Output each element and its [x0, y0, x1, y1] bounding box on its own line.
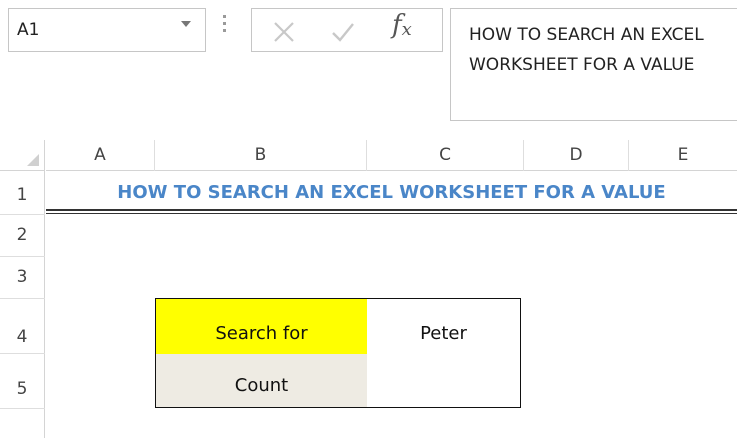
insert-function-icon[interactable]: fx [392, 10, 412, 40]
count-label-cell[interactable]: Count [156, 354, 367, 407]
row-divider [0, 408, 45, 409]
col-header-c[interactable]: C [367, 140, 523, 171]
title-double-border [46, 209, 737, 211]
cancel-icon[interactable] [272, 21, 296, 43]
formula-controls: fx [251, 8, 443, 52]
enter-check-icon[interactable] [330, 21, 356, 43]
search-table: Search for Peter Count [155, 298, 521, 408]
col-header-e[interactable]: E [629, 140, 737, 171]
row-divider [0, 298, 45, 299]
search-value-cell[interactable]: Peter [367, 299, 520, 354]
chevron-down-icon[interactable] [181, 21, 191, 27]
row-header-6[interactable] [0, 408, 45, 438]
formula-text: HOW TO SEARCH AN EXCEL WORKSHEET FOR A V… [469, 25, 704, 75]
row-divider [0, 353, 45, 354]
row-header-2[interactable]: 2 [0, 214, 45, 256]
row-header-1[interactable]: 1 [0, 171, 45, 214]
name-box-value: A1 [17, 20, 40, 40]
col-header-a[interactable]: A [46, 140, 154, 171]
row-header-5[interactable]: 5 [0, 353, 45, 408]
col-header-d[interactable]: D [524, 140, 628, 171]
count-value-cell[interactable] [367, 354, 520, 407]
select-all-corner[interactable] [0, 140, 45, 171]
title-double-border [46, 213, 737, 214]
col-divider [154, 140, 155, 171]
formula-bar[interactable]: HOW TO SEARCH AN EXCEL WORKSHEET FOR A V… [450, 8, 737, 121]
more-dots-icon[interactable] [223, 15, 227, 39]
sheet-title-cell[interactable]: HOW TO SEARCH AN EXCEL WORKSHEET FOR A V… [46, 171, 737, 209]
search-for-label-cell[interactable]: Search for [156, 299, 367, 354]
row-header-4[interactable]: 4 [0, 298, 45, 353]
col-divider [523, 140, 524, 171]
row-divider [0, 214, 45, 215]
col-header-b[interactable]: B [155, 140, 366, 171]
name-box[interactable]: A1 [8, 8, 206, 52]
col-divider [628, 140, 629, 171]
select-all-icon [27, 154, 39, 166]
row-header-3[interactable]: 3 [0, 256, 45, 298]
col-divider [366, 140, 367, 171]
row-divider [0, 256, 45, 257]
